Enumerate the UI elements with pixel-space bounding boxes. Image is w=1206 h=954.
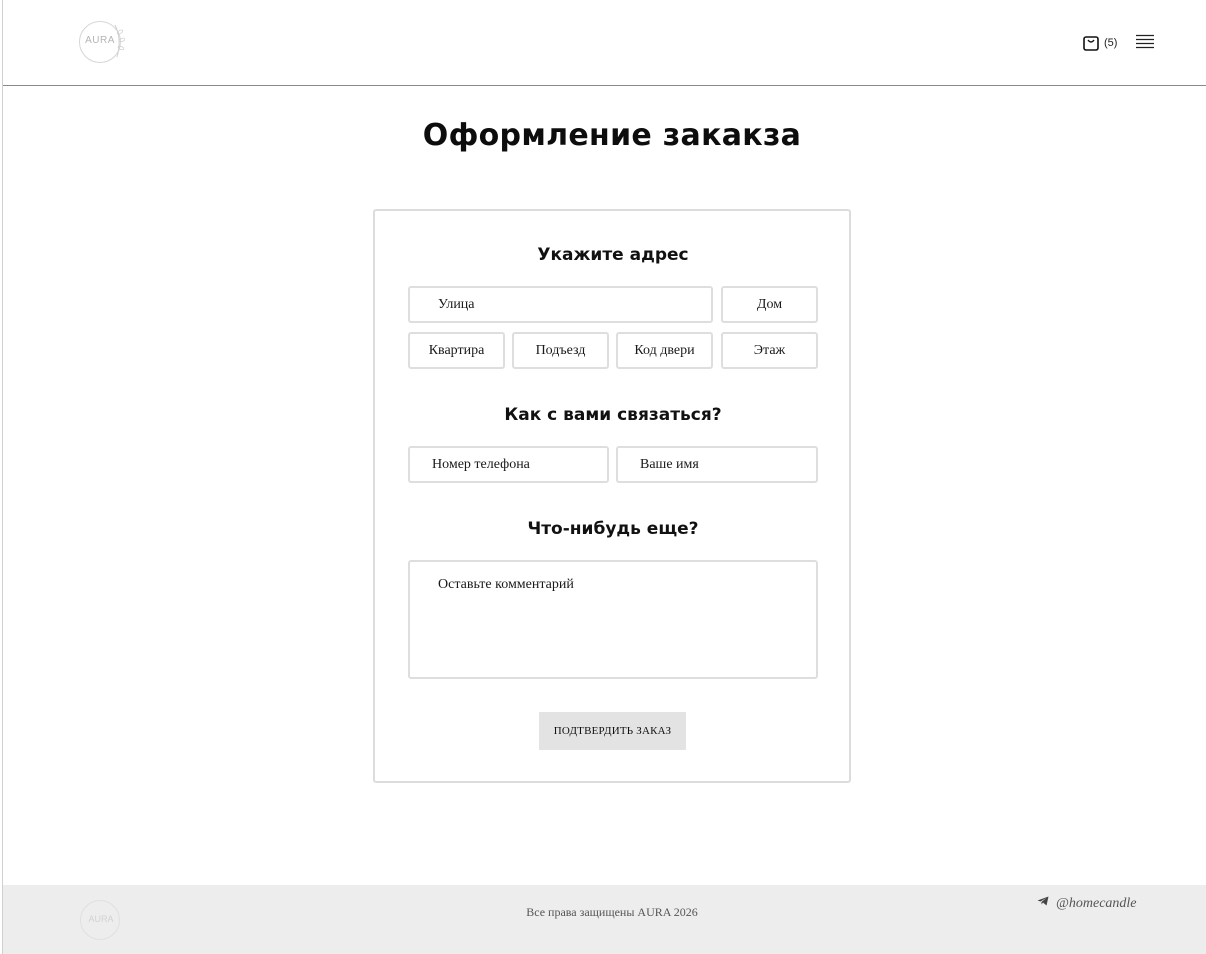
house-field[interactable]: Дом xyxy=(721,286,818,323)
page-title: Оформление закакза xyxy=(422,118,802,153)
menu-button[interactable] xyxy=(1135,34,1155,50)
logo-icon[interactable]: AURA xyxy=(77,19,127,65)
comment-textarea[interactable]: Оставьте комментарий xyxy=(408,560,818,679)
confirm-order-button[interactable]: ПОДТВЕРДИТЬ ЗАКАЗ xyxy=(539,712,686,750)
door-code-field[interactable]: Код двери xyxy=(616,332,713,369)
extra-heading: Что-нибудь еще? xyxy=(527,519,699,539)
name-field[interactable]: Ваше имя xyxy=(616,446,818,483)
cart-count: (5) xyxy=(1104,37,1118,49)
top-header: AURA (5) xyxy=(3,0,1206,86)
entrance-field[interactable]: Подъезд xyxy=(512,332,609,369)
street-field[interactable]: Улица xyxy=(408,286,713,323)
copyright-text: Все права защищены AURA 2026 xyxy=(526,905,698,919)
apartment-field[interactable]: Квартира xyxy=(408,332,505,369)
floor-field[interactable]: Этаж xyxy=(721,332,818,369)
telegram-handle: @homecandle xyxy=(1056,896,1137,911)
contact-heading: Как с вами связаться? xyxy=(504,405,722,425)
footer: AURA Все права защищены AURA 2026 @homec… xyxy=(3,885,1206,954)
telegram-icon xyxy=(1037,896,1049,906)
address-heading: Укажите адрес xyxy=(537,245,689,265)
logo-text: AURA xyxy=(85,35,115,46)
checkout-form: Укажите адрес Улица Дом Квартира Подъезд… xyxy=(373,209,851,783)
shopping-bag-icon xyxy=(1083,36,1099,51)
cart-button[interactable]: (5) xyxy=(1082,33,1122,53)
phone-field[interactable]: Номер телефона xyxy=(408,446,609,483)
hamburger-menu-icon xyxy=(1136,34,1154,49)
telegram-link[interactable]: @homecandle xyxy=(1037,896,1137,912)
